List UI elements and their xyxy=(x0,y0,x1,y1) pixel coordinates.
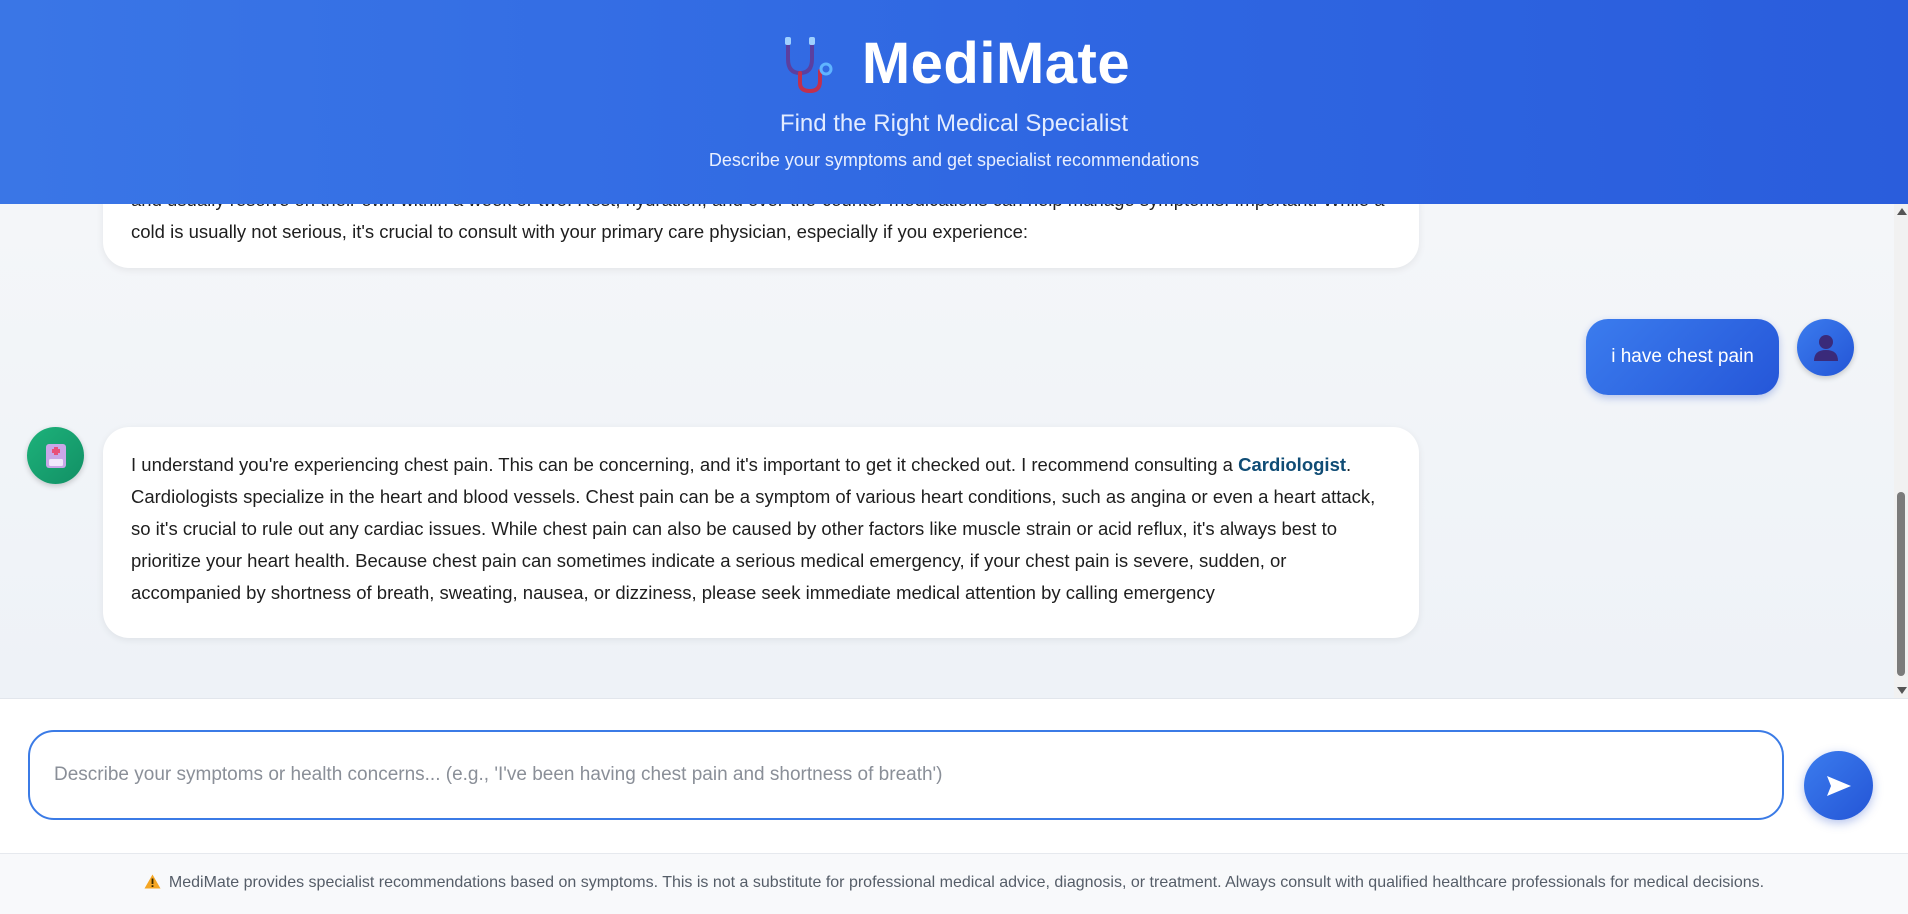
user-avatar xyxy=(1797,319,1854,376)
app-tagline: Describe your symptoms and get specialis… xyxy=(708,150,1200,170)
send-button[interactable] xyxy=(1804,751,1873,820)
disclaimer-footer: MediMate provides specialist recommendat… xyxy=(0,853,1908,914)
brand: MediMate xyxy=(0,30,1908,100)
bot-message: and usually resolve on their own within … xyxy=(103,204,1419,268)
warning-icon xyxy=(144,874,161,894)
user-icon xyxy=(1814,335,1838,361)
scroll-up-arrow-icon[interactable] xyxy=(1897,208,1907,215)
chat-scrollbar[interactable] xyxy=(1894,204,1908,698)
bot-message: I understand you're experiencing chest p… xyxy=(103,427,1419,638)
disclaimer-text: MediMate provides specialist recommendat… xyxy=(168,874,1765,891)
robot-icon xyxy=(46,444,66,468)
chat-area[interactable]: and usually resolve on their own within … xyxy=(0,204,1894,698)
app-subtitle: Find the Right Medical Specialist xyxy=(779,110,1129,137)
app-title: MediMate xyxy=(861,31,1131,96)
send-arrow-icon xyxy=(1826,775,1851,796)
stethoscope-icon xyxy=(778,33,840,95)
symptom-input[interactable] xyxy=(28,730,1784,820)
user-message-text: i have chest pain xyxy=(1611,346,1754,367)
bot-message-text: and usually resolve on their own within … xyxy=(131,204,1384,242)
scroll-thumb[interactable] xyxy=(1897,492,1905,676)
bot-message-text: I understand you're experiencing chest p… xyxy=(131,454,1376,603)
specialist-highlight: Cardiologist xyxy=(1238,454,1347,475)
bot-avatar xyxy=(27,427,84,484)
app-header: MediMate Find the Right Medical Speciali… xyxy=(0,0,1908,204)
composer xyxy=(0,698,1908,854)
scroll-down-arrow-icon[interactable] xyxy=(1897,687,1907,694)
user-message: i have chest pain xyxy=(1586,319,1779,395)
